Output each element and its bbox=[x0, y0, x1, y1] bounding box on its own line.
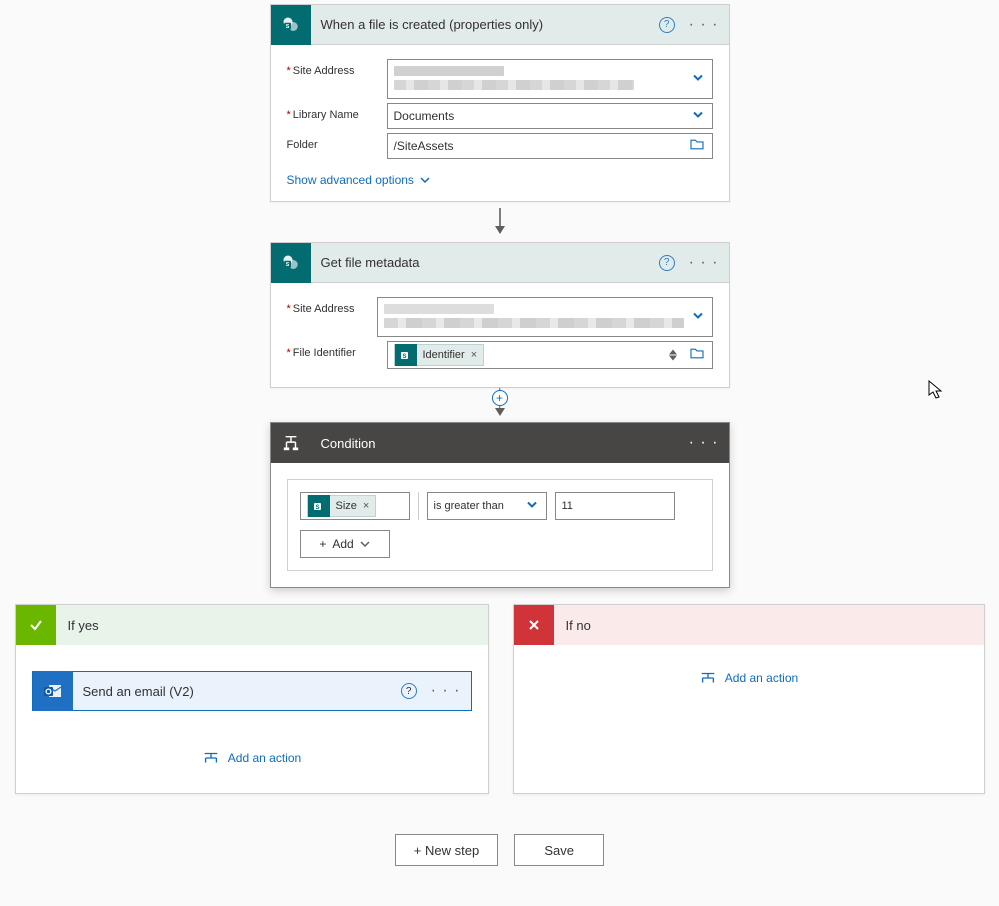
get-metadata-header[interactable]: S Get file metadata ? · · · bbox=[271, 243, 729, 283]
chevron-down-icon[interactable] bbox=[692, 310, 704, 325]
check-icon bbox=[16, 605, 56, 645]
site-address-field[interactable] bbox=[387, 59, 713, 99]
condition-operator-field[interactable]: is greater than bbox=[427, 492, 547, 520]
get-metadata-title: Get file metadata bbox=[311, 255, 659, 270]
remove-token-icon[interactable]: × bbox=[471, 349, 483, 361]
more-icon[interactable]: · · · bbox=[689, 255, 719, 271]
more-icon[interactable]: · · · bbox=[431, 683, 461, 699]
add-step-icon[interactable]: + bbox=[492, 390, 508, 406]
stepper-icon[interactable] bbox=[666, 349, 680, 362]
folder-picker-icon[interactable] bbox=[690, 139, 704, 154]
send-email-card[interactable]: Send an email (V2) ? · · · bbox=[32, 671, 472, 711]
condition-icon bbox=[271, 423, 311, 463]
get-metadata-card: S Get file metadata ? · · · Site Address bbox=[270, 242, 730, 388]
library-name-value: Documents bbox=[394, 109, 455, 123]
folder-field[interactable]: /SiteAssets bbox=[387, 133, 713, 159]
folder-picker-icon[interactable] bbox=[690, 348, 704, 363]
help-icon[interactable]: ? bbox=[659, 17, 675, 33]
add-action-link[interactable]: Add an action bbox=[202, 751, 301, 765]
svg-text:S: S bbox=[402, 354, 406, 360]
library-name-field[interactable]: Documents bbox=[387, 103, 713, 129]
file-identifier-label: File Identifier bbox=[287, 341, 387, 359]
plus-icon: + bbox=[319, 537, 326, 551]
show-advanced-link[interactable]: Show advanced options bbox=[287, 173, 430, 187]
trigger-card: S When a file is created (properties onl… bbox=[270, 4, 730, 202]
folder-label: Folder bbox=[287, 133, 387, 151]
chevron-down-icon[interactable] bbox=[526, 499, 538, 514]
sharepoint-icon: S bbox=[271, 243, 311, 283]
identifier-token[interactable]: S Identifier × bbox=[394, 344, 485, 366]
outlook-icon bbox=[33, 671, 73, 711]
new-step-button[interactable]: + New step bbox=[395, 834, 498, 866]
chevron-down-icon[interactable] bbox=[692, 72, 704, 87]
condition-card: Condition · · · S Size × is greater than bbox=[270, 422, 730, 588]
trigger-header[interactable]: S When a file is created (properties onl… bbox=[271, 5, 729, 45]
insert-step-connector: + bbox=[0, 388, 999, 408]
site-address-field[interactable] bbox=[377, 297, 713, 337]
help-icon[interactable]: ? bbox=[659, 255, 675, 271]
condition-left-field[interactable]: S Size × bbox=[300, 492, 410, 520]
condition-value-field[interactable]: 11 bbox=[555, 492, 675, 520]
size-token[interactable]: S Size × bbox=[307, 495, 377, 517]
sharepoint-icon: S bbox=[395, 344, 417, 366]
add-condition-button[interactable]: + Add bbox=[300, 530, 390, 558]
svg-text:S: S bbox=[285, 24, 289, 30]
more-icon[interactable]: · · · bbox=[689, 17, 719, 33]
save-button[interactable]: Save bbox=[514, 834, 604, 866]
flow-arrow-icon bbox=[0, 408, 999, 422]
site-address-label: Site Address bbox=[287, 297, 377, 315]
condition-body: S Size × is greater than 11 bbox=[287, 479, 713, 571]
divider bbox=[418, 492, 419, 520]
redacted-text bbox=[384, 304, 494, 314]
close-icon bbox=[514, 605, 554, 645]
if-no-branch: If no Add an action bbox=[513, 604, 985, 794]
if-no-header[interactable]: If no bbox=[514, 605, 984, 645]
sharepoint-icon: S bbox=[271, 5, 311, 45]
more-icon[interactable]: · · · bbox=[689, 434, 719, 452]
trigger-title: When a file is created (properties only) bbox=[311, 17, 659, 32]
redacted-text bbox=[394, 80, 634, 90]
help-icon[interactable]: ? bbox=[401, 683, 417, 699]
site-address-label: Site Address bbox=[287, 59, 387, 77]
remove-token-icon[interactable]: × bbox=[363, 500, 375, 512]
redacted-text bbox=[384, 318, 684, 328]
chevron-down-icon[interactable] bbox=[692, 109, 704, 124]
redacted-text bbox=[394, 66, 504, 76]
condition-header[interactable]: Condition · · · bbox=[271, 423, 729, 463]
flow-arrow-icon bbox=[0, 202, 999, 242]
if-yes-branch: If yes Send an email (V2) ? · · · Add an… bbox=[15, 604, 489, 794]
add-action-link[interactable]: Add an action bbox=[699, 671, 798, 685]
condition-title: Condition bbox=[311, 436, 689, 451]
svg-text:S: S bbox=[285, 262, 289, 268]
folder-value: /SiteAssets bbox=[394, 139, 454, 153]
sharepoint-icon: S bbox=[308, 495, 330, 517]
svg-text:S: S bbox=[315, 505, 319, 511]
send-email-title: Send an email (V2) bbox=[73, 684, 401, 699]
if-yes-header[interactable]: If yes bbox=[16, 605, 488, 645]
library-name-label: Library Name bbox=[287, 103, 387, 121]
file-identifier-field[interactable]: S Identifier × bbox=[387, 341, 713, 369]
